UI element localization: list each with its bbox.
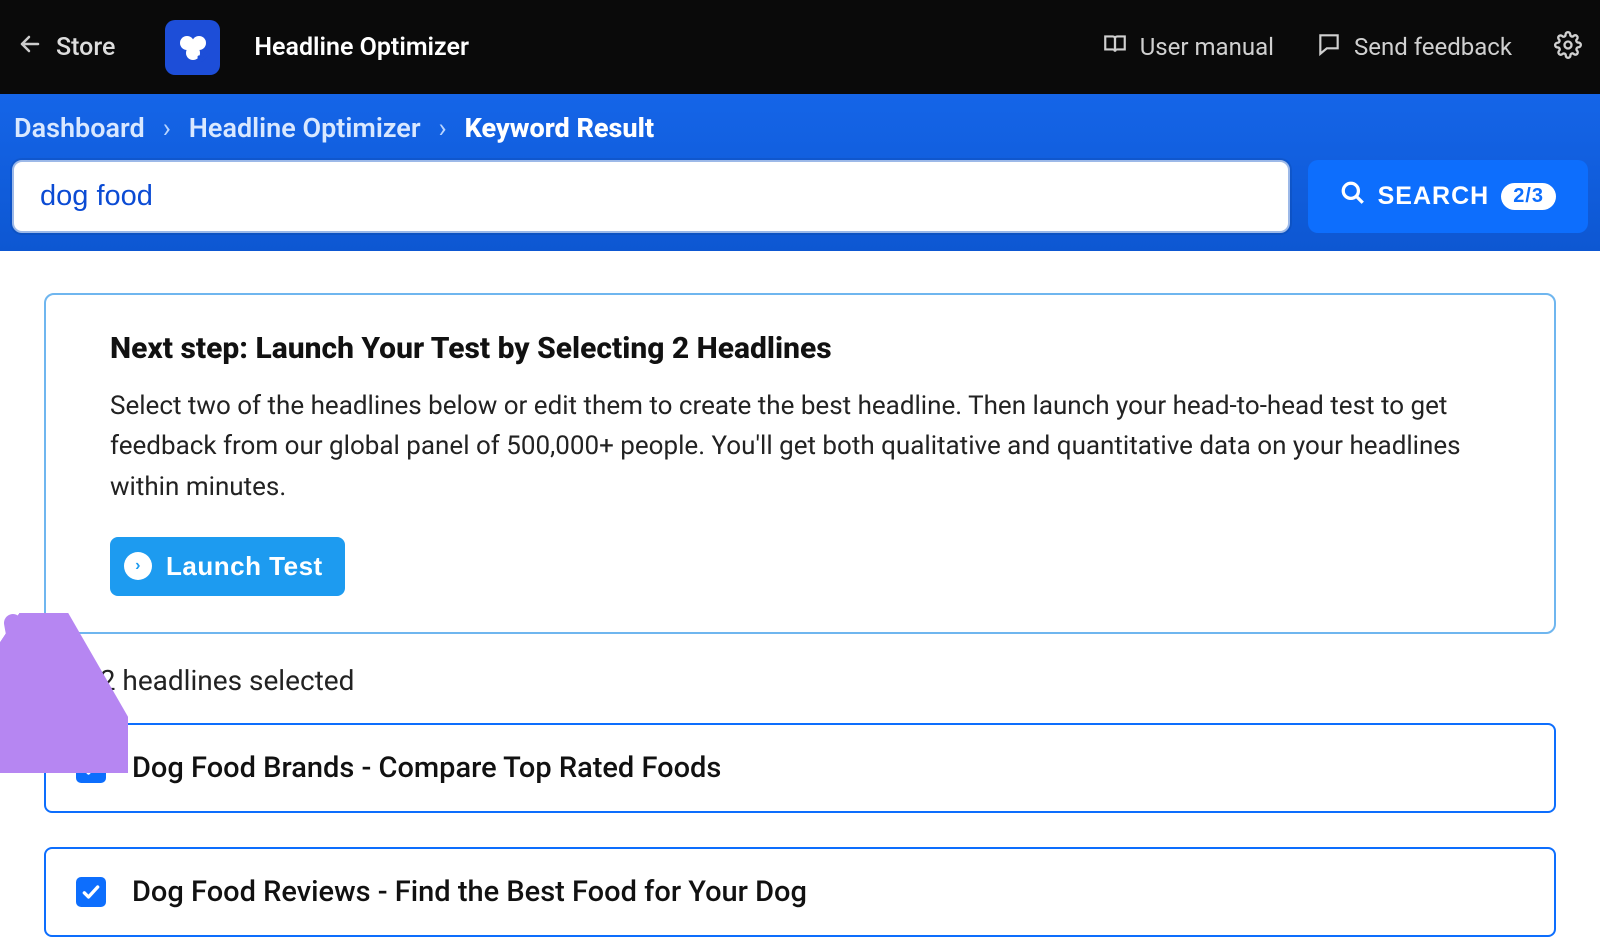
top-bar: Store Headline Optimizer User manual Sen…	[0, 0, 1600, 94]
gear-icon[interactable]	[1554, 31, 1582, 63]
book-icon	[1102, 31, 1128, 63]
launch-test-label: Launch Test	[166, 551, 323, 582]
top-bar-right: User manual Send feedback	[1102, 31, 1582, 63]
search-count-badge: 2/3	[1501, 183, 1556, 210]
comment-icon	[1316, 31, 1342, 63]
search-icon	[1340, 180, 1366, 213]
selected-count: 2	[72, 664, 88, 697]
headline-text: Dog Food Brands - Compare Top Rated Food…	[132, 751, 721, 785]
keyword-search-input[interactable]	[12, 160, 1290, 233]
checkbox-checked-icon[interactable]	[76, 877, 106, 907]
breadcrumb-dashboard[interactable]: Dashboard	[14, 112, 145, 144]
breadcrumb-headline-optimizer[interactable]: Headline Optimizer	[189, 112, 421, 144]
app-title: Headline Optimizer	[254, 33, 469, 62]
callout-title: Next step: Launch Your Test by Selecting…	[110, 331, 1490, 366]
search-button[interactable]: SEARCH 2/3	[1308, 160, 1588, 233]
send-feedback-label: Send feedback	[1354, 33, 1512, 61]
chevron-right-icon: ›	[163, 112, 171, 144]
store-link[interactable]: Store	[56, 33, 115, 62]
headlines-selected-counter: 2/2 headlines selected	[72, 664, 1556, 697]
top-bar-left: Store Headline Optimizer	[18, 20, 469, 75]
send-feedback-link[interactable]: Send feedback	[1316, 31, 1512, 63]
chevron-right-icon: ›	[439, 112, 447, 144]
main-content: Next step: Launch Your Test by Selecting…	[0, 251, 1600, 937]
headline-text: Dog Food Reviews - Find the Best Food fo…	[132, 875, 807, 909]
headline-item[interactable]: Dog Food Brands - Compare Top Rated Food…	[44, 723, 1556, 813]
chevron-right-circle-icon: ›	[124, 552, 152, 580]
sub-header: Dashboard › Headline Optimizer › Keyword…	[0, 94, 1600, 251]
search-row: SEARCH 2/3	[12, 160, 1588, 233]
search-button-label: SEARCH	[1378, 182, 1490, 211]
checkbox-checked-icon[interactable]	[76, 753, 106, 783]
breadcrumb: Dashboard › Headline Optimizer › Keyword…	[12, 112, 1588, 144]
back-arrow-icon[interactable]	[18, 32, 42, 63]
next-step-callout: Next step: Launch Your Test by Selecting…	[44, 293, 1556, 634]
user-manual-link[interactable]: User manual	[1102, 31, 1274, 63]
app-icon	[165, 20, 220, 75]
user-manual-label: User manual	[1140, 33, 1274, 61]
selected-suffix: /2 headlines selected	[88, 664, 354, 697]
callout-body: Select two of the headlines below or edi…	[110, 386, 1490, 507]
headline-item[interactable]: Dog Food Reviews - Find the Best Food fo…	[44, 847, 1556, 937]
breadcrumb-keyword-result: Keyword Result	[465, 112, 654, 144]
launch-test-button[interactable]: › Launch Test	[110, 537, 345, 596]
